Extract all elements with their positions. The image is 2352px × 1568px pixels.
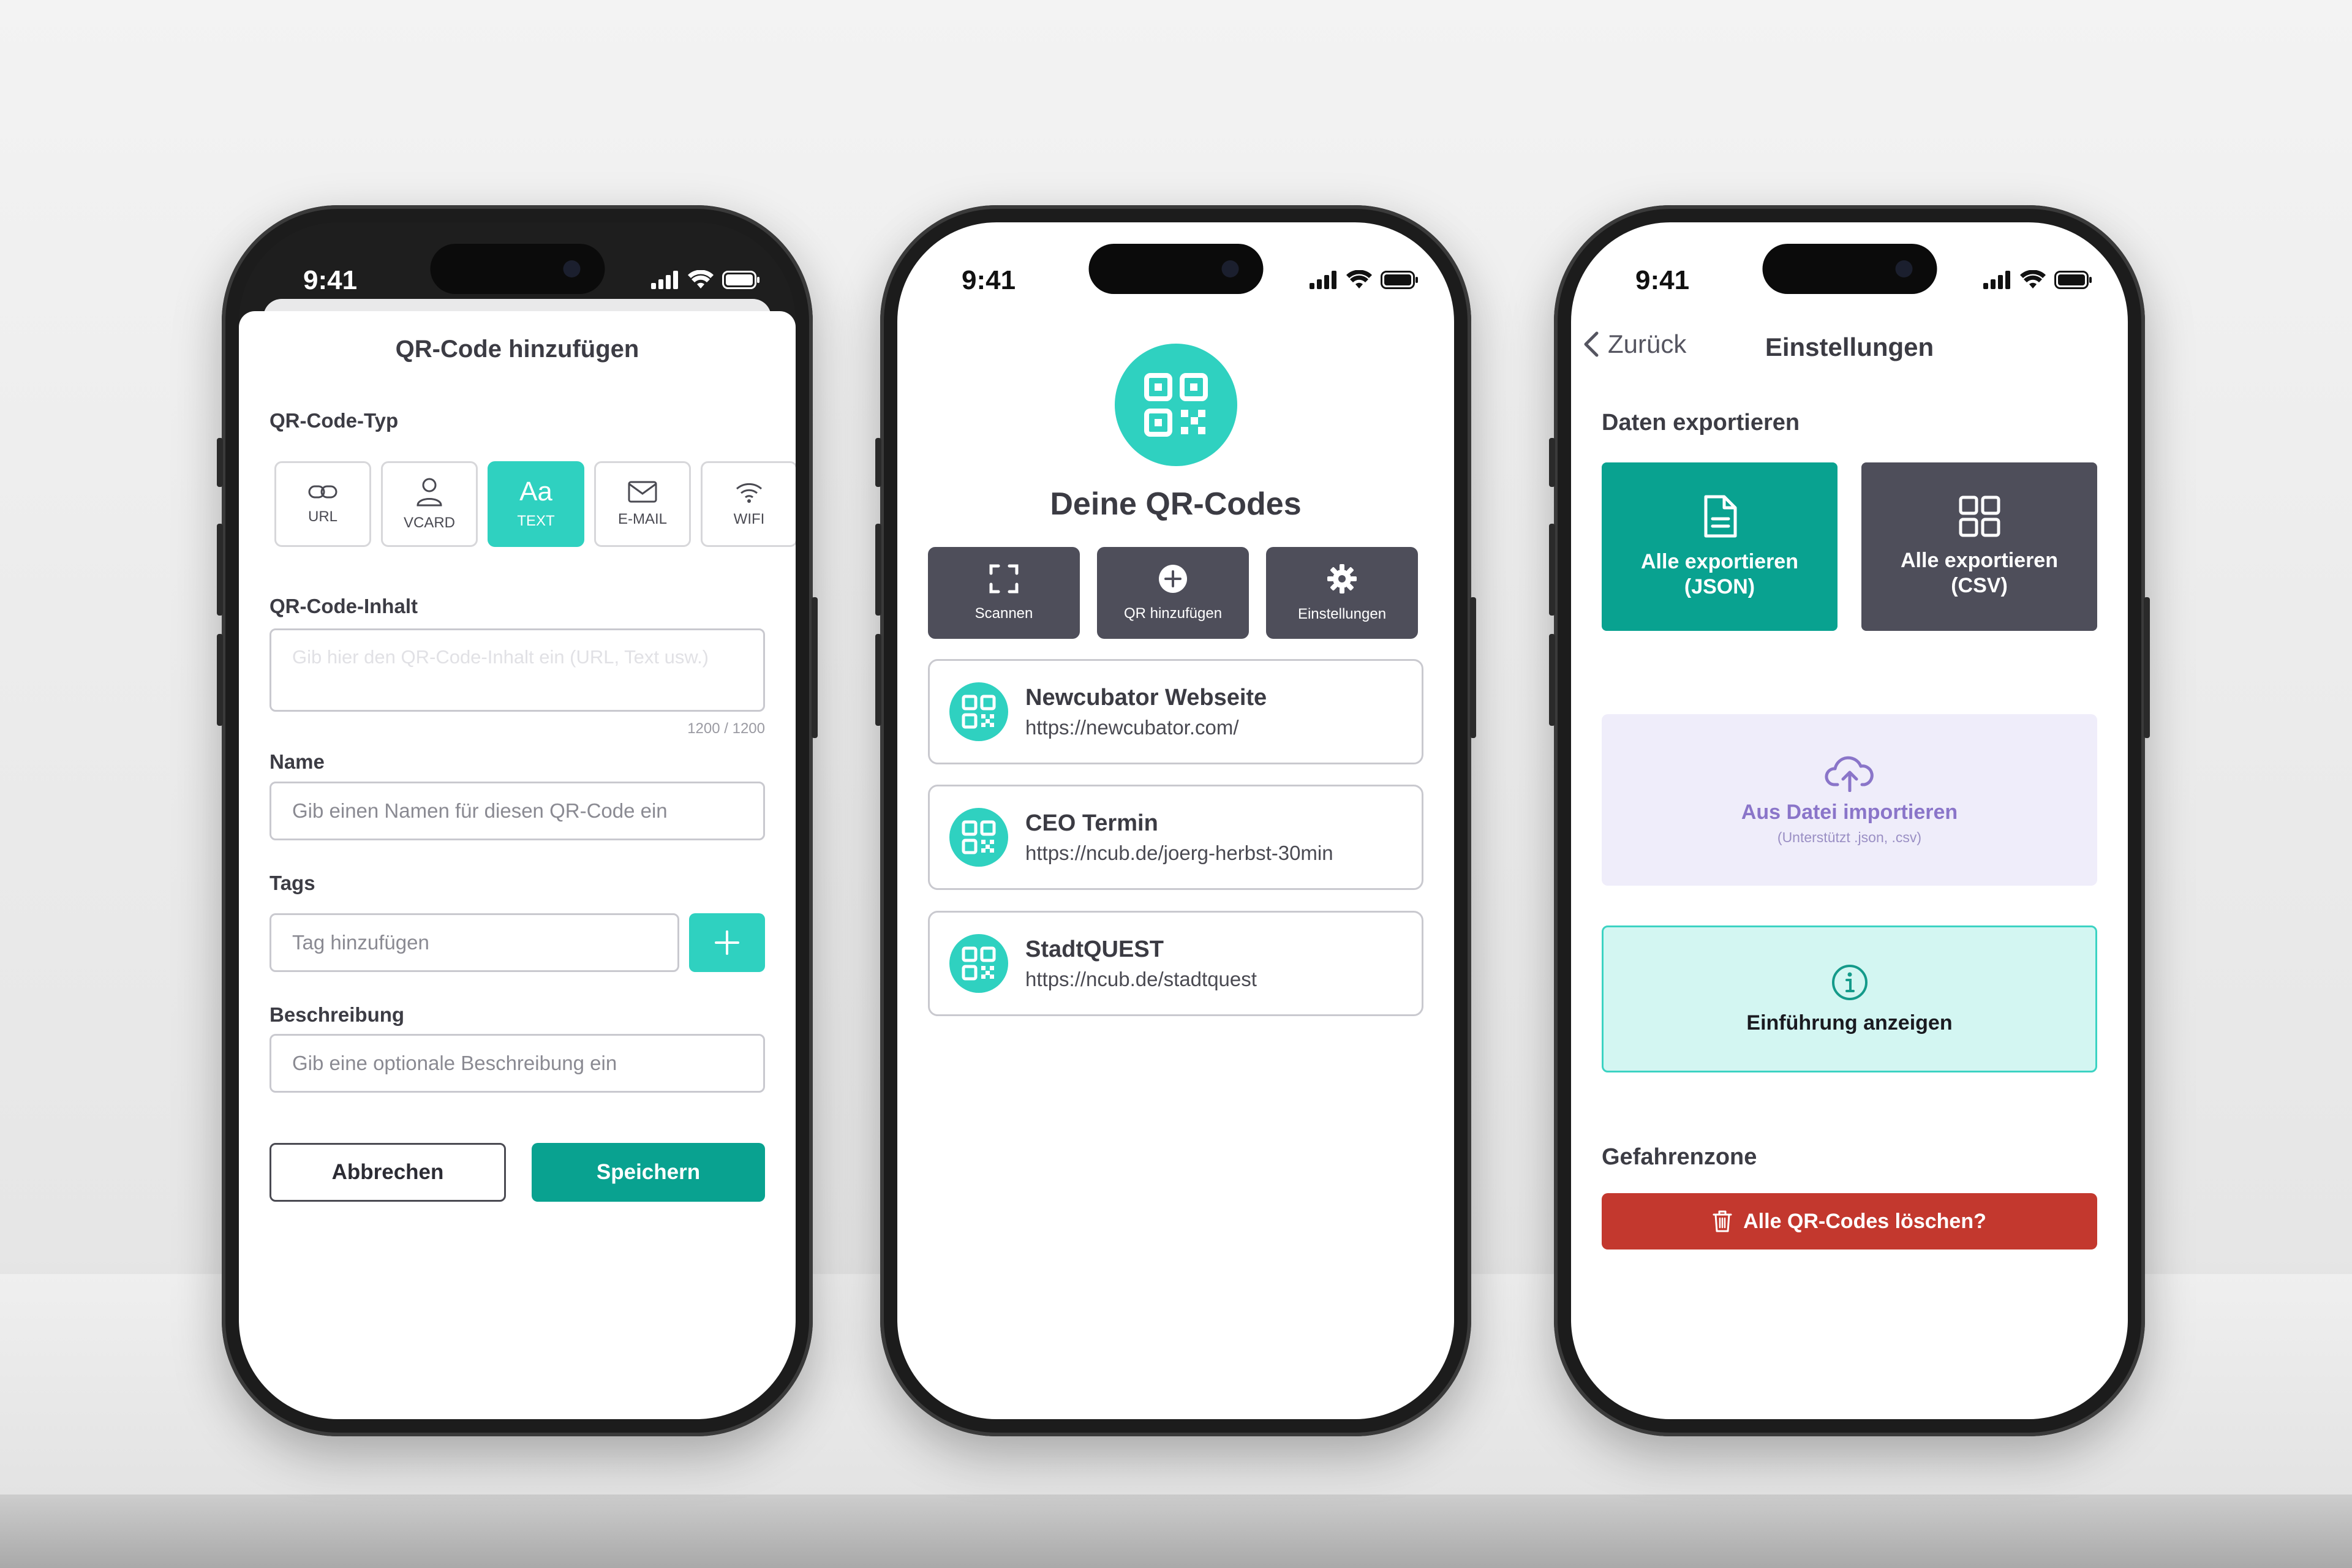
- cloud-upload-icon: [1825, 756, 1874, 792]
- name-input[interactable]: Gib einen Namen für diesen QR-Code ein: [270, 782, 765, 840]
- wifi-status-icon: [2020, 270, 2046, 288]
- status-time: 9:41: [1635, 265, 1690, 295]
- show-intro-button[interactable]: Einführung anzeigen: [1602, 925, 2097, 1072]
- battery-icon: [1381, 271, 1418, 289]
- save-button[interactable]: Speichern: [532, 1143, 765, 1202]
- plus-circle-icon: [1159, 565, 1187, 593]
- qr-list-item[interactable]: Newcubator Webseite https://newcubator.c…: [928, 659, 1423, 764]
- type-vcard-button[interactable]: VCARD: [381, 461, 478, 547]
- delete-all-button[interactable]: Alle QR-Codes löschen?: [1602, 1193, 2097, 1250]
- export-json-button[interactable]: Alle exportieren (JSON): [1602, 462, 1838, 631]
- screen-add-qr: 9:41 QR-Code hinzufügen QR-Code-Typ URL …: [239, 222, 796, 1419]
- type-email-button[interactable]: E-MAIL: [594, 461, 691, 547]
- qr-item-url: https://ncub.de/stadtquest: [1025, 967, 1257, 990]
- signal-icon: [651, 271, 678, 289]
- battery-icon: [722, 271, 760, 289]
- page-title: Einstellungen: [1765, 333, 1934, 361]
- qr-list-item[interactable]: CEO Termin https://ncub.de/joerg-herbst-…: [928, 785, 1423, 890]
- wifi-icon: [736, 483, 762, 503]
- background-floor: [0, 1494, 2352, 1568]
- qr-code-icon: [1144, 373, 1208, 437]
- qr-list-item[interactable]: StadtQUEST https://ncub.de/stadtquest: [928, 911, 1423, 1016]
- type-url-button[interactable]: URL: [274, 461, 371, 547]
- qr-item-name: Newcubator Webseite: [1025, 684, 1267, 710]
- content-counter: 1200 / 1200: [687, 720, 765, 737]
- settings-button[interactable]: Einstellungen: [1266, 547, 1418, 639]
- scan-button[interactable]: Scannen: [928, 547, 1080, 639]
- tag-input[interactable]: Tag hinzufügen: [270, 913, 679, 972]
- person-icon: [417, 478, 442, 507]
- qr-code-icon: [949, 808, 1008, 867]
- wifi-status-icon: [688, 270, 714, 288]
- grid-icon: [1959, 496, 2000, 537]
- text-icon: Aa: [519, 477, 552, 507]
- gear-icon: [1327, 564, 1357, 594]
- content-textarea[interactable]: Gib hier den QR-Code-Inhalt ein (URL, Te…: [270, 628, 765, 712]
- dynamic-island: [1088, 244, 1263, 294]
- battery-icon: [2054, 271, 2092, 289]
- name-label: Name: [270, 750, 325, 773]
- document-icon: [1704, 495, 1736, 538]
- export-csv-button[interactable]: Alle exportieren (CSV): [1861, 462, 2097, 631]
- tags-label: Tags: [270, 872, 315, 894]
- add-tag-button[interactable]: [689, 913, 765, 972]
- qr-item-name: CEO Termin: [1025, 810, 1158, 836]
- page-title: Deine QR-Codes: [1050, 486, 1302, 522]
- description-label: Beschreibung: [270, 1003, 405, 1026]
- qr-item-url: https://newcubator.com/: [1025, 715, 1239, 739]
- status-time: 9:41: [303, 265, 358, 295]
- qr-item-url: https://ncub.de/joerg-herbst-30min: [1025, 841, 1333, 864]
- mail-icon: [628, 481, 657, 503]
- info-icon: [1831, 964, 1868, 1000]
- trash-icon: [1713, 1210, 1732, 1232]
- type-label: QR-Code-Typ: [270, 409, 399, 432]
- type-wifi-button[interactable]: WIFI: [701, 461, 796, 547]
- cancel-button[interactable]: Abbrechen: [270, 1143, 506, 1202]
- link-icon: [308, 485, 337, 499]
- status-time: 9:41: [962, 265, 1016, 295]
- phone-qr-list: 9:41 Deine QR-Codes Scannen QR hinzufüge…: [875, 205, 1476, 1436]
- signal-icon: [1983, 271, 2010, 289]
- plus-icon: [715, 930, 739, 955]
- danger-section-title: Gefahrenzone: [1602, 1144, 1757, 1170]
- app-logo: [1114, 344, 1237, 466]
- screen-settings: 9:41 Zurück Einstellungen Daten exportie…: [1571, 222, 2128, 1419]
- phone-settings: 9:41 Zurück Einstellungen Daten exportie…: [1549, 205, 2150, 1436]
- phone-add-qr: 9:41 QR-Code hinzufügen QR-Code-Typ URL …: [217, 205, 818, 1436]
- import-button[interactable]: Aus Datei importieren (Unterstützt .json…: [1602, 714, 2097, 886]
- export-section-title: Daten exportieren: [1602, 410, 1800, 435]
- dynamic-island: [1762, 244, 1937, 294]
- type-selector: URL VCARD Aa TEXT E-MAIL WIFI: [274, 461, 796, 547]
- qr-code-icon: [949, 682, 1008, 741]
- description-input[interactable]: Gib eine optionale Beschreibung ein: [270, 1034, 765, 1093]
- screen-qr-list: 9:41 Deine QR-Codes Scannen QR hinzufüge…: [897, 222, 1454, 1419]
- qr-item-name: StadtQUEST: [1025, 936, 1164, 962]
- add-qr-sheet: QR-Code hinzufügen QR-Code-Typ URL VCARD…: [239, 311, 796, 1419]
- scan-icon: [989, 564, 1019, 594]
- dynamic-island: [430, 244, 605, 294]
- qr-code-icon: [949, 934, 1008, 993]
- wifi-status-icon: [1346, 270, 1372, 288]
- type-text-button[interactable]: Aa TEXT: [488, 461, 584, 547]
- signal-icon: [1310, 271, 1336, 289]
- sheet-title: QR-Code hinzufügen: [395, 336, 639, 363]
- content-label: QR-Code-Inhalt: [270, 595, 418, 617]
- action-bar: Scannen QR hinzufügen Einstellungen: [928, 547, 1418, 639]
- add-qr-button[interactable]: QR hinzufügen: [1097, 547, 1249, 639]
